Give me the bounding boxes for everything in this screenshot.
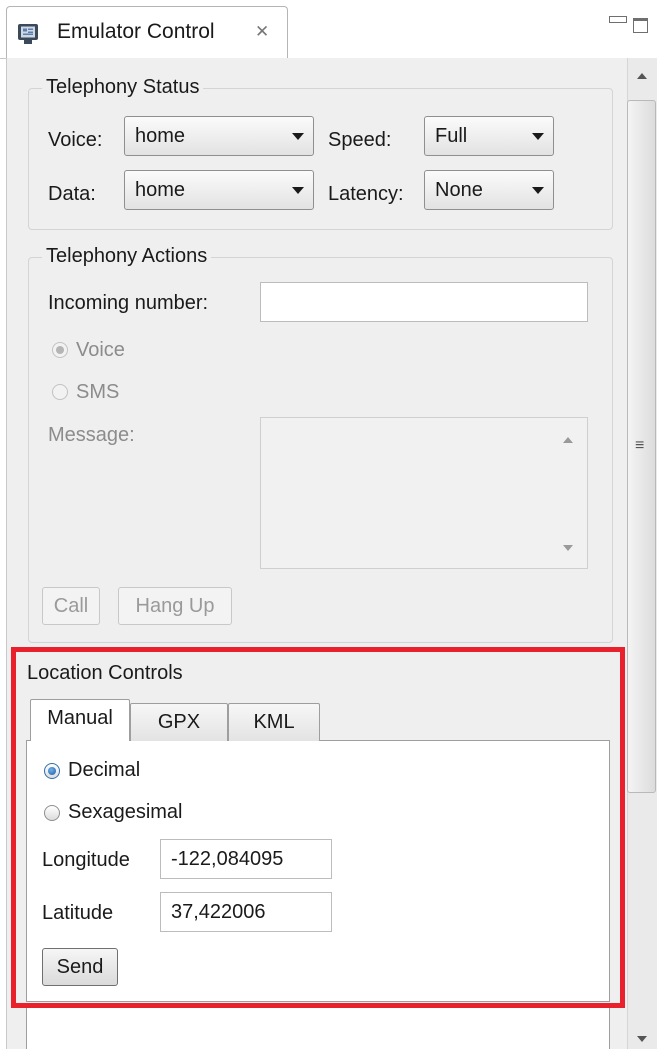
speed-select-value: Full xyxy=(435,125,468,147)
grip-icon: ≡ xyxy=(635,437,645,454)
message-label: Message: xyxy=(48,424,135,446)
data-select[interactable]: home xyxy=(124,170,314,210)
message-scroll-up-icon[interactable] xyxy=(563,437,573,443)
speed-select[interactable]: Full xyxy=(424,116,554,156)
emulator-icon xyxy=(18,24,38,44)
incoming-number-label: Incoming number: xyxy=(48,292,209,314)
view-title: Emulator Control xyxy=(57,20,215,43)
chevron-down-icon xyxy=(292,133,304,140)
voice-radio-label: Voice xyxy=(76,339,125,361)
chevron-down-icon xyxy=(532,187,544,194)
latency-select[interactable]: None xyxy=(424,170,554,210)
sms-radio[interactable] xyxy=(52,384,68,400)
minimize-icon[interactable] xyxy=(609,16,627,23)
incoming-number-input[interactable] xyxy=(260,282,588,322)
location-controls-highlight-frame xyxy=(11,647,625,1008)
location-tab-panel-below xyxy=(26,1006,610,1049)
message-scroll-down-icon[interactable] xyxy=(563,545,573,551)
voice-label: Voice: xyxy=(48,129,103,151)
telephony-status-title: Telephony Status xyxy=(42,76,204,98)
latency-select-value: None xyxy=(435,179,483,201)
chevron-down-icon xyxy=(532,133,544,140)
latency-label: Latency: xyxy=(328,183,404,205)
scroll-down-icon[interactable] xyxy=(637,1036,647,1042)
data-label: Data: xyxy=(48,183,96,205)
scroll-up-icon[interactable] xyxy=(637,73,647,79)
close-icon[interactable]: ✕ xyxy=(255,22,269,42)
telephony-actions-title: Telephony Actions xyxy=(42,245,212,267)
voice-select-value: home xyxy=(135,125,186,147)
chevron-down-icon xyxy=(292,187,304,194)
maximize-icon[interactable] xyxy=(633,18,648,33)
voice-select[interactable]: home xyxy=(124,116,314,156)
hang-up-button[interactable]: Hang Up xyxy=(118,587,232,625)
speed-label: Speed: xyxy=(328,129,392,151)
data-select-value: home xyxy=(135,179,186,201)
call-button[interactable]: Call xyxy=(42,587,100,625)
sms-radio-label: SMS xyxy=(76,381,120,403)
voice-radio[interactable] xyxy=(52,342,68,358)
message-textarea[interactable] xyxy=(260,417,588,569)
